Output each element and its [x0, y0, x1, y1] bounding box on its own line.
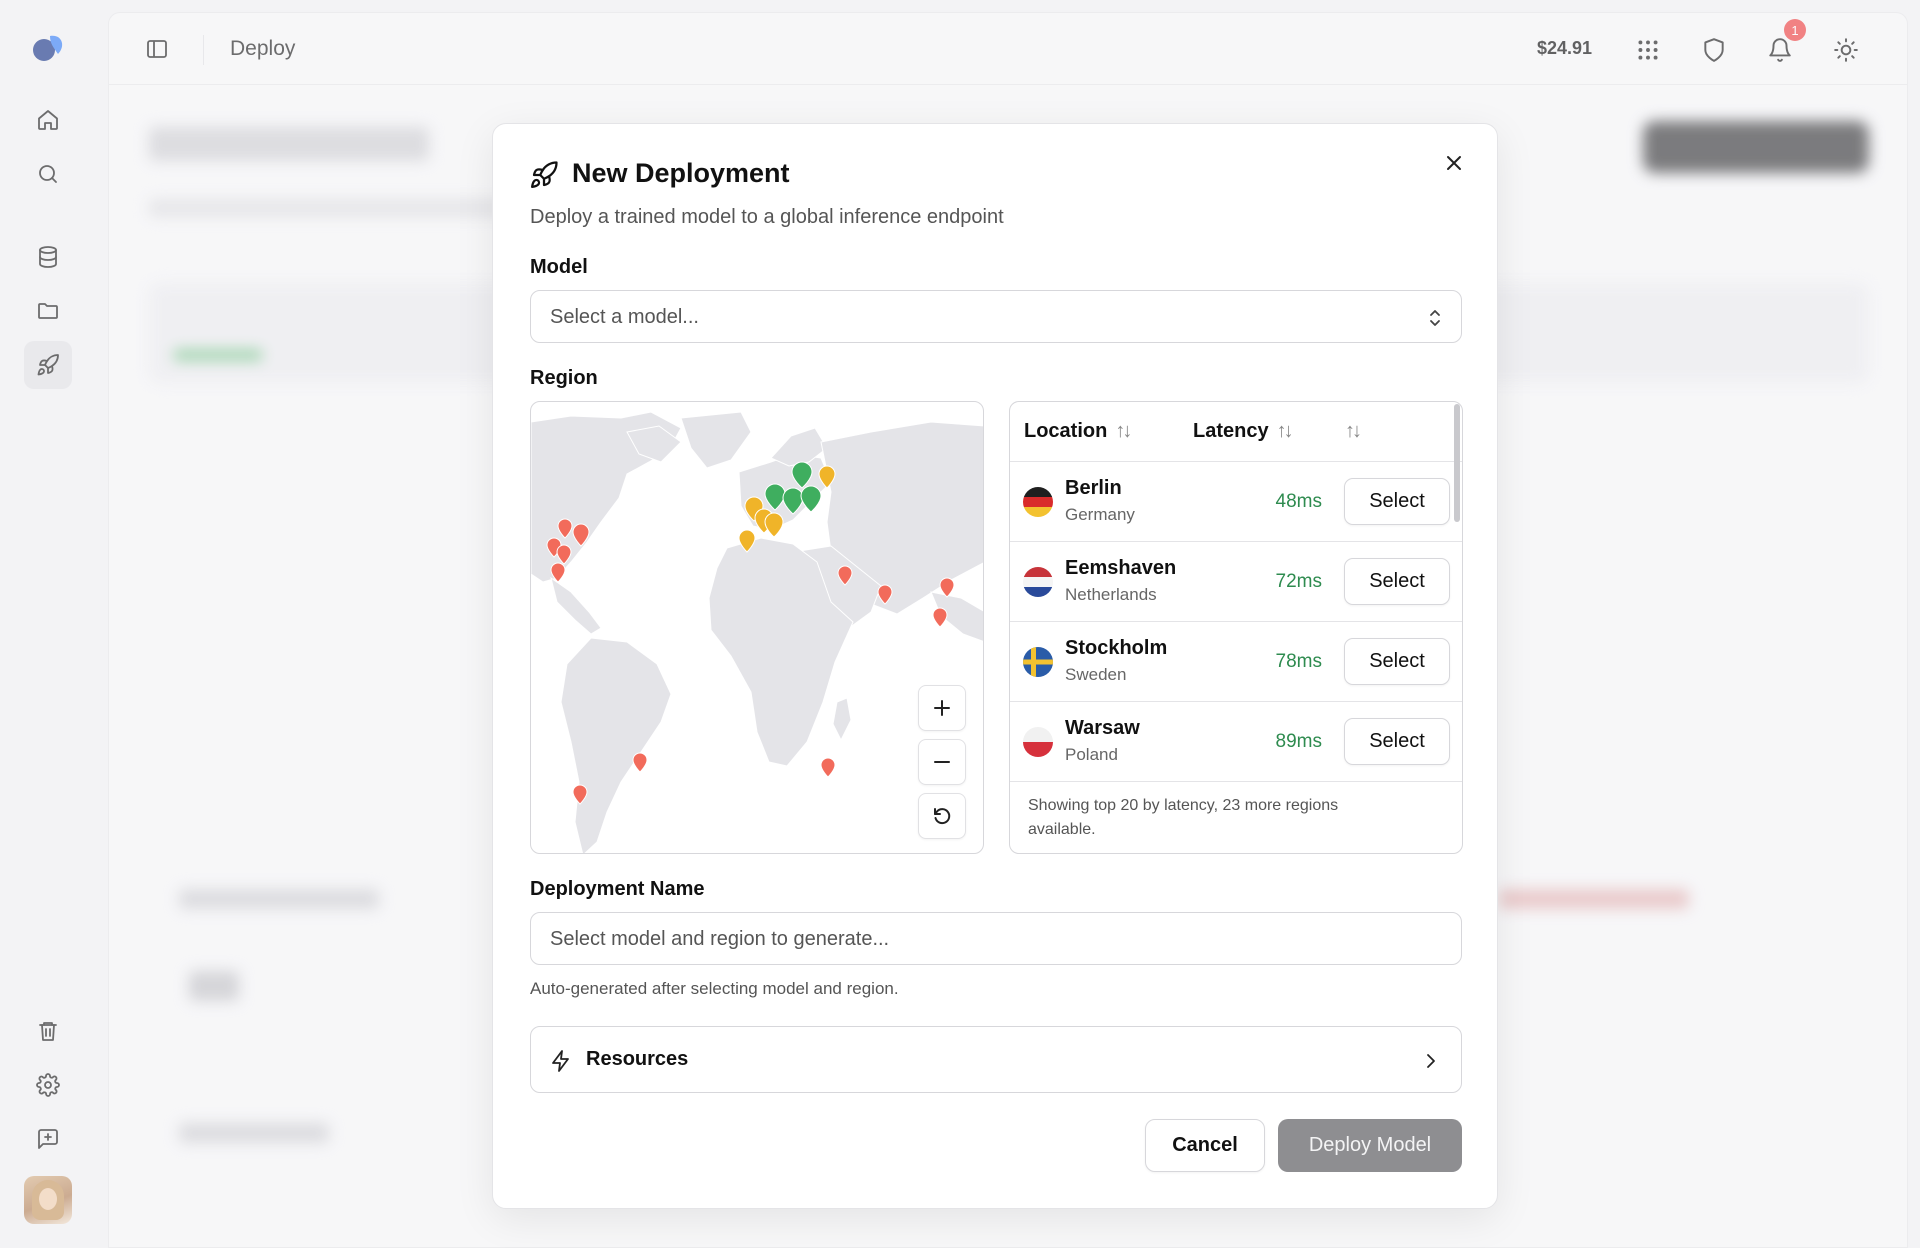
close-icon	[1447, 156, 1461, 170]
table-footer-note: Showing top 20 by latency, 23 more regio…	[1028, 797, 1339, 838]
column-location-header[interactable]: Location ↑↓	[1024, 420, 1132, 443]
row-latency: 78ms	[1275, 651, 1322, 672]
select-region-button[interactable]: Select	[1344, 638, 1450, 685]
column-location-label: Location	[1024, 420, 1108, 442]
deployment-name-input[interactable]: Select model and region to generate...	[530, 912, 1462, 965]
row-country: Germany	[1065, 505, 1135, 524]
map-zoom-out-button[interactable]	[918, 739, 966, 785]
lightning-icon	[549, 1049, 573, 1073]
select-region-button[interactable]: Select	[1344, 718, 1450, 765]
model-select[interactable]: Select a model...	[530, 290, 1462, 343]
dialog-description: Deploy a trained model to a global infer…	[530, 206, 1004, 228]
row-country: Netherlands	[1065, 585, 1157, 604]
map-zoom-in-button[interactable]	[918, 685, 966, 731]
netherlands-flag-icon	[1023, 567, 1053, 597]
sort-icon: ↑↓	[1115, 420, 1132, 442]
row-city: Warsaw	[1065, 717, 1140, 739]
cancel-button[interactable]: Cancel	[1145, 1119, 1265, 1172]
row-latency: 72ms	[1275, 571, 1322, 592]
table-scrollbar[interactable]	[1454, 404, 1460, 522]
close-button[interactable]	[1441, 150, 1467, 176]
model-label: Model	[530, 256, 588, 278]
region-table: Location ↑↓ Latency ↑↓ ↑↓ Berlin Germany…	[1009, 401, 1463, 854]
column-sort-header[interactable]: ↑↓	[1345, 420, 1362, 443]
minus-icon	[934, 761, 950, 763]
rotate-ccw-icon	[934, 808, 951, 825]
select-region-button[interactable]: Select	[1344, 558, 1450, 605]
row-country: Poland	[1065, 745, 1118, 764]
model-select-placeholder: Select a model...	[550, 306, 699, 328]
new-deployment-dialog: New Deployment Deploy a trained model to…	[492, 123, 1498, 1209]
deployment-name-hint: Auto-generated after selecting model and…	[530, 979, 899, 998]
region-label: Region	[530, 367, 598, 389]
select-region-button[interactable]: Select	[1344, 478, 1450, 525]
row-city: Eemshaven	[1065, 557, 1177, 579]
world-map	[531, 411, 983, 853]
table-row[interactable]: Berlin Germany 48ms Select	[1010, 462, 1462, 542]
chevron-right-icon	[1419, 1049, 1443, 1073]
column-latency-label: Latency	[1193, 420, 1269, 442]
plus-icon	[934, 700, 950, 716]
resources-section-toggle[interactable]: Resources	[530, 1026, 1462, 1093]
row-country: Sweden	[1065, 665, 1127, 684]
deploy-model-button[interactable]: Deploy Model	[1278, 1119, 1462, 1172]
map-reset-button[interactable]	[918, 793, 966, 839]
table-row[interactable]: Warsaw Poland 89ms Select	[1010, 702, 1462, 782]
row-city: Stockholm	[1065, 637, 1168, 659]
poland-flag-icon	[1023, 727, 1053, 757]
table-row[interactable]: Eemshaven Netherlands 72ms Select	[1010, 542, 1462, 622]
resources-label: Resources	[586, 1048, 689, 1070]
dialog-title: New Deployment	[572, 158, 790, 188]
row-city: Berlin	[1065, 477, 1122, 499]
sweden-flag-icon	[1023, 647, 1053, 677]
deployment-name-placeholder: Select model and region to generate...	[550, 928, 890, 950]
chevrons-up-down-icon	[1425, 307, 1445, 329]
row-latency: 89ms	[1275, 731, 1322, 752]
germany-flag-icon	[1023, 487, 1053, 517]
sort-icon: ↑↓	[1276, 420, 1294, 442]
table-header: Location ↑↓ Latency ↑↓ ↑↓	[1010, 402, 1462, 462]
table-row[interactable]: Stockholm Sweden 78ms Select	[1010, 622, 1462, 702]
sort-icon: ↑↓	[1345, 420, 1362, 442]
row-latency: 48ms	[1275, 491, 1322, 512]
rocket-icon	[529, 160, 559, 190]
region-map[interactable]	[530, 401, 984, 854]
column-latency-header[interactable]: Latency ↑↓	[1193, 420, 1294, 443]
deployment-name-label: Deployment Name	[530, 878, 705, 900]
